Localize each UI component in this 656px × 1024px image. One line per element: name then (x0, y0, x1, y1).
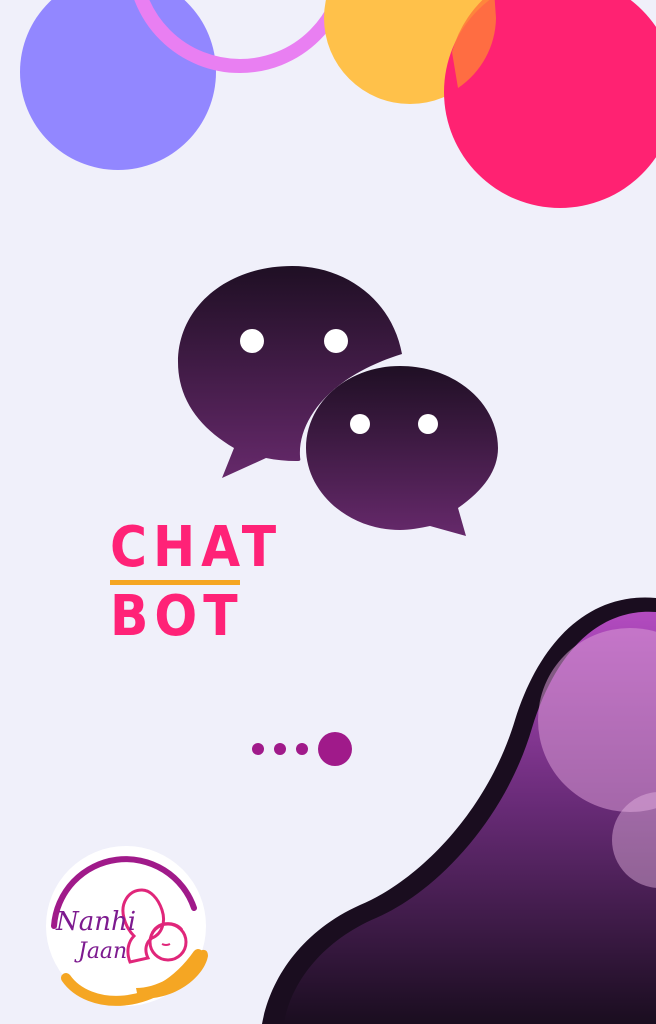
chat-bubbles-icon (178, 266, 498, 536)
title-line-1: CHAT (110, 515, 283, 580)
page-dot-2[interactable] (274, 743, 286, 755)
page-dot-3[interactable] (296, 743, 308, 755)
page-indicator (252, 732, 352, 766)
page-dot-1[interactable] (252, 743, 264, 755)
purple-circle (20, 0, 216, 170)
nanhi-jaan-logo: Nanhi Jaan (46, 846, 208, 1006)
logo-text: Nanhi (55, 907, 136, 937)
title-line-2: BOT (110, 584, 244, 649)
svg-text:Jaan: Jaan (74, 939, 127, 964)
title-block: CHAT BOT (110, 518, 282, 647)
page-dot-4-active[interactable] (318, 732, 352, 766)
